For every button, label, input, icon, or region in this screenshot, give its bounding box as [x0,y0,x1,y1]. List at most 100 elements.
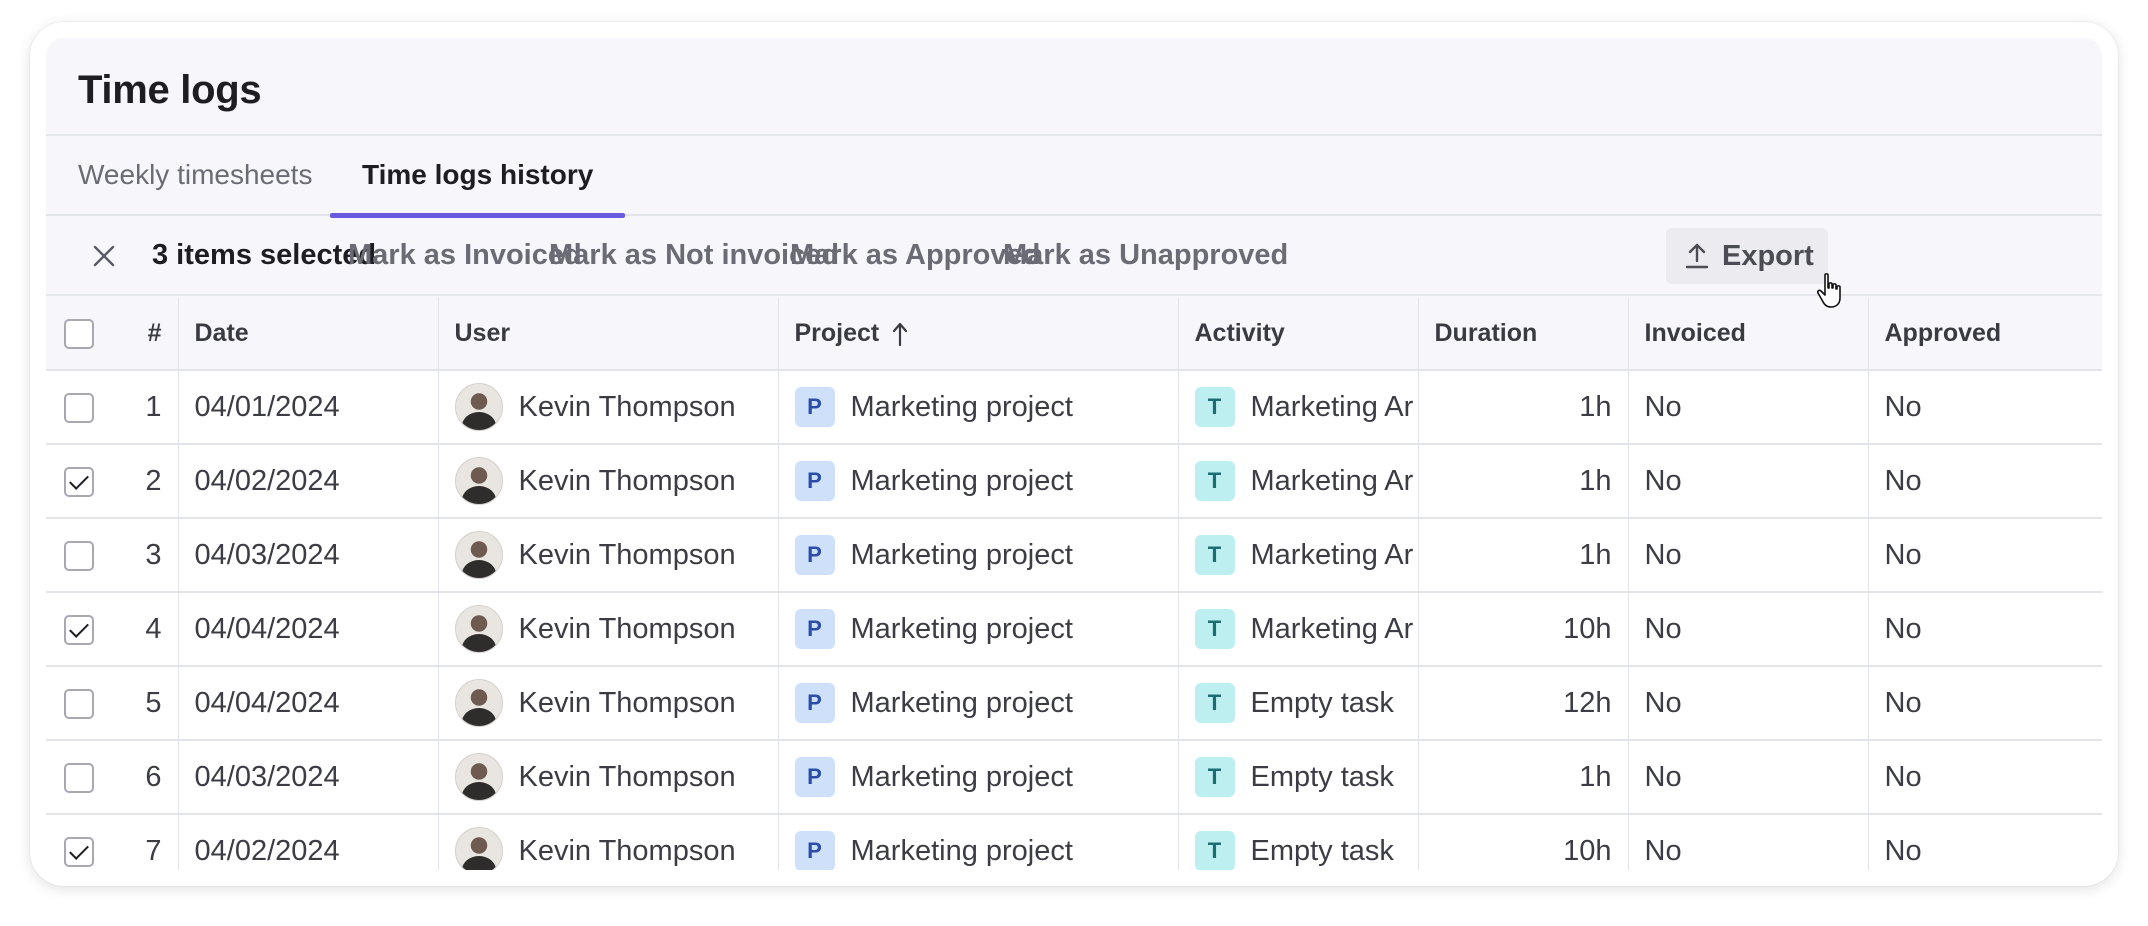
activity-cell: T Empty task [1178,740,1419,815]
column-header-project[interactable]: Project [778,298,1179,371]
table-row[interactable]: 3 04/03/2024 Kevin Thompson P Marketing p… [46,518,2102,593]
user-cell: Kevin Thompson [438,518,779,593]
approved-cell: No [1868,370,2102,445]
project-cell: P Marketing project [778,592,1179,667]
table-row[interactable]: 7 04/02/2024 Kevin Thompson P Marketing p… [46,814,2102,870]
table-row[interactable]: 5 04/04/2024 Kevin Thompson P Marketing p… [46,666,2102,741]
date-cell: 04/03/2024 [178,518,439,593]
avatar [454,605,503,653]
user-cell: Kevin Thompson [438,592,779,667]
row-number: 4 [112,592,179,667]
user-cell: Kevin Thompson [438,370,779,445]
arrow-up-icon [893,323,908,347]
date-cell: 04/02/2024 [178,444,439,519]
row-checkbox[interactable] [64,614,94,645]
column-header-invoiced[interactable]: Invoiced [1628,298,1869,371]
invoiced-cell: No [1628,666,1869,741]
column-header-activity[interactable]: Activity [1178,298,1419,371]
date-cell: 04/03/2024 [178,740,439,815]
bulk-action-bar: 3 items selected Mark as Invoiced Mark a… [46,216,2102,308]
column-header-date[interactable]: Date [178,298,439,371]
export-button[interactable]: Export [1666,228,1828,284]
duration-cell: 1h [1418,740,1629,815]
row-select-cell [46,444,112,519]
activity-name: Marketing Ar [1250,612,1414,645]
column-header-number[interactable]: # [112,298,179,371]
date-cell: 04/01/2024 [178,370,439,445]
activity-badge: T [1194,387,1235,427]
approved-cell: No [1868,814,2102,870]
row-number: 3 [112,518,179,593]
selection-count: 3 items selected [152,239,377,271]
column-header-duration[interactable]: Duration [1418,298,1629,371]
activity-cell: T Empty task [1178,814,1419,870]
date-cell: 04/04/2024 [178,592,439,667]
avatar [454,383,503,431]
activity-name: Marketing Ar [1250,538,1414,571]
row-number: 6 [112,740,179,815]
activity-badge: T [1194,609,1235,649]
time-logs-table: # Date User Project Activity Duration In… [46,298,2102,870]
user-cell: Kevin Thompson [438,666,779,741]
row-number: 1 [112,370,179,445]
activity-cell: T Marketing Ar [1178,518,1419,593]
export-label: Export [1722,240,1814,272]
activity-name: Empty task [1250,760,1394,793]
row-checkbox[interactable] [64,688,94,719]
duration-cell: 10h [1418,592,1629,667]
close-icon [93,245,115,267]
activity-badge: T [1194,535,1235,575]
row-checkbox[interactable] [64,392,94,423]
avatar [454,827,503,870]
row-number: 5 [112,666,179,741]
tab-time-logs-history[interactable]: Time logs history [329,136,626,218]
avatar [454,679,503,727]
activity-name: Empty task [1250,686,1394,719]
user-name: Kevin Thompson [518,612,736,645]
project-name: Marketing project [850,686,1073,719]
row-checkbox[interactable] [64,762,94,793]
table-row[interactable]: 2 04/02/2024 Kevin Thompson P Marketing p… [46,444,2102,519]
user-cell: Kevin Thompson [438,814,779,870]
mark-unapproved-button[interactable]: Mark as Unapproved [1003,216,1288,294]
tab-weekly-timesheets[interactable]: Weekly timesheets [78,136,312,216]
row-checkbox[interactable] [64,540,94,571]
select-all-checkbox[interactable] [64,318,94,349]
column-header-approved[interactable]: Approved [1868,298,2102,371]
select-all-header [46,298,112,371]
title-bar: Time logs [46,38,2102,136]
user-name: Kevin Thompson [518,538,736,571]
activity-badge: T [1194,461,1235,501]
table-row[interactable]: 6 04/03/2024 Kevin Thompson P Marketing p… [46,740,2102,815]
project-name: Marketing project [850,834,1073,867]
project-cell: P Marketing project [778,666,1179,741]
activity-name: Empty task [1250,834,1394,867]
tab-bar: Weekly timesheets Time logs history [46,136,2102,218]
row-checkbox[interactable] [64,836,94,867]
column-header-user[interactable]: User [438,298,779,371]
avatar [454,531,503,579]
table-row[interactable]: 1 04/01/2024 Kevin Thompson P Marketing p… [46,370,2102,445]
invoiced-cell: No [1628,592,1869,667]
user-name: Kevin Thompson [518,760,736,793]
table-header-row: # Date User Project Activity Duration In… [46,298,2102,371]
user-cell: Kevin Thompson [438,444,779,519]
invoiced-cell: No [1628,740,1869,815]
duration-cell: 1h [1418,370,1629,445]
project-badge: P [794,535,835,575]
duration-cell: 1h [1418,444,1629,519]
row-checkbox[interactable] [64,466,94,497]
project-badge: P [794,757,835,797]
activity-badge: T [1194,683,1235,723]
project-badge: P [794,831,835,870]
project-badge: P [794,683,835,723]
invoiced-cell: No [1628,370,1869,445]
mark-invoiced-button[interactable]: Mark as Invoiced [348,216,582,294]
approved-cell: No [1868,740,2102,815]
table-row[interactable]: 4 04/04/2024 Kevin Thompson P Marketing p… [46,592,2102,667]
clear-selection-button[interactable] [90,242,118,270]
project-name: Marketing project [850,390,1073,423]
approved-cell: No [1868,518,2102,593]
activity-cell: T Marketing Ar [1178,592,1419,667]
user-name: Kevin Thompson [518,686,736,719]
